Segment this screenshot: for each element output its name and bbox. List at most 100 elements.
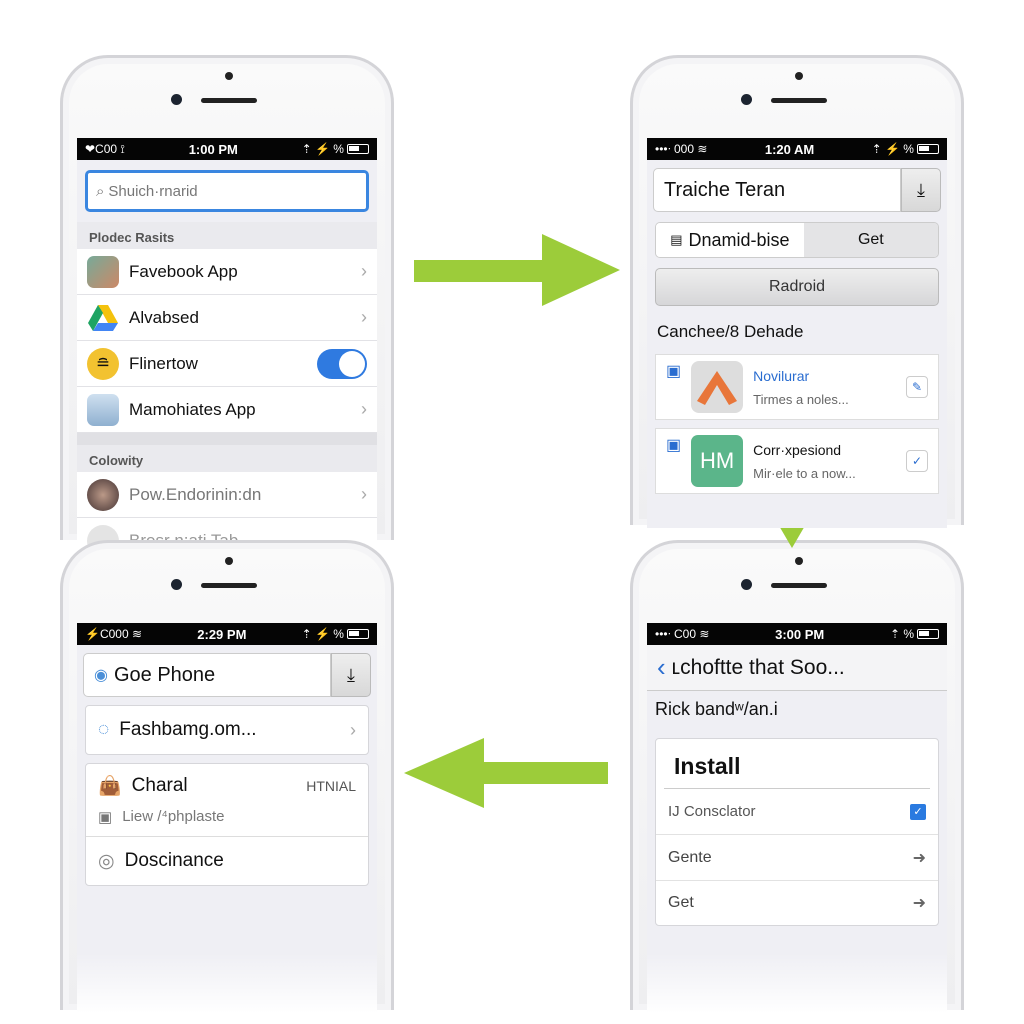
item-label: Doscinance <box>124 850 224 871</box>
clock: 2:29 PM <box>197 626 247 642</box>
nav-bar: ‹ ʟchoftte that Soo... <box>647 645 947 691</box>
phone-search: ❤C00 ⟟ 1:00 PM ⇡ ⚡ % ⌕ Shuich·rnarid Plodec… <box>60 55 394 563</box>
carrier: •••ᐧ 000 ≋ <box>655 142 708 156</box>
battery-icon <box>346 144 369 154</box>
arrow-right-icon <box>414 234 620 306</box>
item-doscinance[interactable]: ◎ Doscinance <box>86 837 368 885</box>
search-field[interactable]: ◉ Goe Phone <box>83 653 331 697</box>
status-bar: •••ᐧ C00 ≋ 3:00 PM ⇡ % <box>647 623 947 645</box>
download-icon: ⤓ <box>917 179 925 200</box>
search-placeholder: Shuich·rnarid <box>108 182 198 200</box>
app-icon <box>691 361 744 413</box>
list-item-label: Pow.Endorinin:dn <box>129 484 262 504</box>
option-label: Gente <box>668 848 712 866</box>
avatar <box>87 478 119 511</box>
carrier: ❤C00 ⟟ <box>85 141 125 156</box>
app-title: Novilurar <box>753 367 810 384</box>
clock: 3:00 PM <box>775 626 825 642</box>
search-icon: ⌕ <box>96 182 105 200</box>
list-item-alvabsed[interactable]: Alvabsed › <box>77 295 377 341</box>
carrier: •••ᐧ C00 ≋ <box>655 627 710 641</box>
arrow-right-icon: ➜ <box>912 849 926 867</box>
status-bar: •••ᐧ 000 ≋ 1:20 AM ⇡ ⚡ % <box>647 138 947 160</box>
item-charal[interactable]: 👜 Charal HTNIAL ▣ Liew /⁴phplaste <box>86 764 368 837</box>
globe-icon: ◌ <box>98 719 110 740</box>
checkbox[interactable]: ✓ <box>906 450 928 472</box>
app-icon: ▤ <box>670 232 683 247</box>
battery-icon <box>346 629 369 639</box>
option-label: Get <box>668 894 694 911</box>
app-card[interactable]: ▣ Novilurar Tirmes a noles... ✎ <box>655 354 939 420</box>
app-icon: ◉ <box>94 667 108 684</box>
list-item-favebook[interactable]: Favebook App › <box>77 249 377 295</box>
back-chevron-icon[interactable]: ‹ <box>657 652 666 683</box>
phone-result: ⚡C000 ≋ 2:29 PM ⇡ ⚡ % ◉ Goe Phone ⤓ ◌ Fashbam… <box>60 540 394 1013</box>
download-button[interactable]: ⤓ <box>331 653 371 697</box>
app-subtitle: Mir·ele to a now... <box>753 465 856 481</box>
field-value: Goe Phone <box>113 663 216 686</box>
clock: 1:00 PM <box>188 141 238 157</box>
list-item-mamohiates[interactable]: Mamohiates App › <box>77 387 377 433</box>
checkbox-checked[interactable]: ✓ <box>910 803 926 820</box>
install-title: Install <box>664 739 930 789</box>
option-label: IJ Consclator <box>668 803 756 820</box>
link-label: Fashbamg.om... <box>119 719 257 740</box>
camera-icon <box>741 94 752 105</box>
chevron-right-icon: › <box>350 719 356 740</box>
link-row[interactable]: ◌ Fashbamg.om... › <box>85 705 369 755</box>
segment-dnamid[interactable]: ▤ Dnamid-bise <box>656 223 804 257</box>
segment-label: Dnamid-bise <box>688 229 790 250</box>
field-value: Traiche Teran <box>664 178 786 201</box>
bag-icon: 👜 <box>98 776 122 797</box>
camera-icon <box>741 579 752 590</box>
item-group: 👜 Charal HTNIAL ▣ Liew /⁴phplaste ◎ Doscinanc… <box>85 763 369 886</box>
search-input[interactable]: ⌕ Shuich·rnarid <box>85 170 369 212</box>
download-button[interactable]: ⤓ <box>901 168 941 212</box>
app-title: Corr·xpesiond <box>753 441 842 458</box>
radroid-button[interactable]: Radroid <box>655 268 939 306</box>
list-item-label: Flinertow <box>129 353 198 373</box>
list-item-label: Favebook App <box>129 261 238 281</box>
install-panel: Install IJ Consclator ✓ Gente ➜ Get ➜ <box>655 738 939 926</box>
app-icon: HM <box>691 435 744 487</box>
install-option[interactable]: Get ➜ <box>656 881 938 925</box>
app-subtitle: Tirmes a noles... <box>753 391 849 407</box>
phone-icon: ▣ <box>666 363 682 380</box>
status-icons: ⇡ ⚡ % <box>301 627 344 641</box>
list-item-label: Mamohiates App <box>129 399 256 419</box>
drive-icon <box>88 304 118 331</box>
list-item-label: Alvabsed <box>129 307 199 327</box>
item-subtitle: Liew /⁴phplaste <box>122 808 225 825</box>
get-button[interactable]: Get <box>803 223 938 257</box>
status-icons: ⇡ ⚡ % <box>301 142 344 156</box>
item-badge: HTNIAL <box>306 778 356 794</box>
app-icon <box>87 393 119 426</box>
install-option[interactable]: Gente ➜ <box>656 835 938 881</box>
lock-icon: ≘ <box>87 347 119 380</box>
image-icon: ▣ <box>98 809 113 826</box>
list-item-contact[interactable]: Pow.Endorinin:dn › <box>77 472 377 518</box>
battery-icon <box>916 144 939 154</box>
app-photo-icon <box>87 255 119 288</box>
arrow-right-icon: ➜ <box>912 895 926 912</box>
app-card[interactable]: ▣ HM Corr·xpesiond Mir·ele to a now... ✓ <box>655 428 939 494</box>
arrow-left-icon <box>404 738 608 808</box>
segmented-control: ▤ Dnamid-bise Get <box>655 222 939 258</box>
install-option[interactable]: IJ Consclator ✓ <box>656 789 938 835</box>
phone-install: •••ᐧ C00 ≋ 3:00 PM ⇡ % ‹ ʟchoftte that Soo.… <box>630 540 964 1013</box>
section-label: Rick bandʷ/an.i <box>655 699 778 719</box>
carrier: ⚡C000 ≋ <box>85 627 143 641</box>
chevron-right-icon: › <box>361 307 367 327</box>
status-bar: ⚡C000 ≋ 2:29 PM ⇡ ⚡ % <box>77 623 377 645</box>
download-icon: ⤓ <box>347 664 355 685</box>
list-item-flinertow[interactable]: ≘ Flinertow <box>77 341 377 387</box>
search-field[interactable]: Traiche Teran <box>653 168 901 212</box>
chevron-right-icon: › <box>361 399 367 419</box>
webcam-icon: ◎ <box>98 850 115 872</box>
battery-icon <box>917 629 939 639</box>
camera-icon <box>171 579 182 590</box>
edit-icon[interactable]: ✎ <box>906 376 928 398</box>
toggle-switch[interactable] <box>317 348 367 379</box>
item-title: Charal <box>131 775 188 796</box>
status-icons: ⇡ % <box>889 627 914 641</box>
